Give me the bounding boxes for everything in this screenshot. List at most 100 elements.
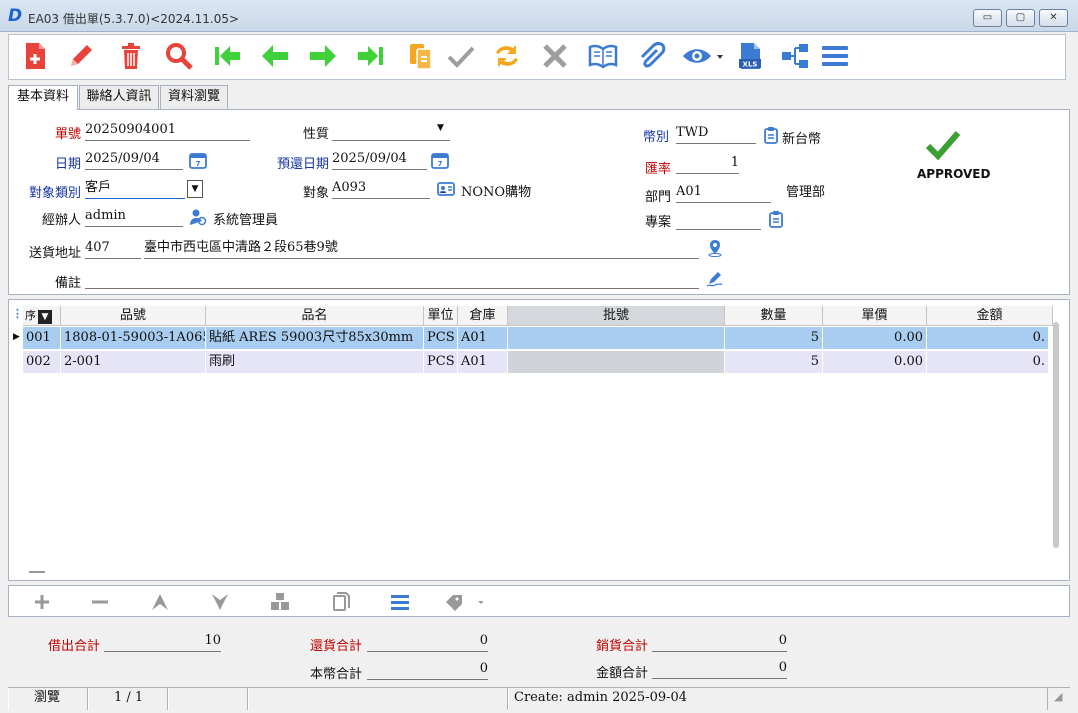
remark-label: 備註 [54,276,81,291]
cell-price[interactable]: 0.00 [823,351,927,374]
cell-qty[interactable]: 5 [725,351,823,374]
row-actions-bar [8,585,1070,617]
grid-vertical-scrollbar[interactable] [1053,322,1059,548]
menu-list-icon[interactable] [819,40,851,74]
grid-footer-handle[interactable] [29,571,45,573]
cell-amount[interactable]: 0. [927,327,1049,350]
view-eye-dropdown-icon[interactable] [681,40,727,74]
map-pin-icon[interactable] [706,239,724,257]
add-row-plus-icon[interactable] [29,590,55,614]
svg-text:7: 7 [196,160,201,168]
cell-seq[interactable]: 001 [23,327,61,350]
sales-total-value: 0 [652,632,787,652]
col-header-seq[interactable]: 序 ▼ [23,306,61,326]
cell-warehouse[interactable]: A01 [458,351,508,374]
col-header-batch[interactable]: 批號 [508,306,725,326]
restore-button[interactable]: ▢ [1006,9,1035,27]
cell-warehouse[interactable]: A01 [458,327,508,350]
cell-amount[interactable]: 0. [927,351,1049,374]
project-field[interactable] [676,210,761,230]
cell-unit[interactable]: PCS [424,351,458,374]
convert-refresh-icon[interactable] [491,40,523,74]
col-header-unit[interactable]: 單位 [424,306,458,326]
new-document-icon[interactable] [19,40,51,74]
cell-item-name[interactable]: 雨刷 [206,351,424,374]
calendar-icon[interactable]: 7 [431,151,449,169]
cell-unit[interactable]: PCS [424,327,458,350]
project-label: 專案 [644,215,671,230]
tab-contact-info[interactable]: 聯絡人資訊 [79,85,159,109]
copy-row-icon[interactable] [327,590,353,614]
doc-no-field[interactable]: 20250904001 [85,121,250,141]
col-header-qty[interactable]: 數量 [725,306,823,326]
cell-seq[interactable]: 002 [23,351,61,374]
col-header-amount[interactable]: 金額 [927,306,1053,326]
cell-item-name[interactable]: 貼紙 ARES 59003尺寸85x30mm [206,327,424,350]
row-menu-list-icon[interactable] [387,590,413,614]
previous-record-icon[interactable] [259,40,291,74]
resize-grip-icon[interactable]: ◢ [1054,690,1062,703]
flow-tree-icon[interactable] [779,40,811,74]
handler-name: 系統管理員 [213,213,279,228]
cell-price[interactable]: 0.00 [823,327,927,350]
move-up-arrow-icon[interactable] [147,590,173,614]
cell-qty[interactable]: 5 [725,327,823,350]
col-header-item-name[interactable]: 品名 [206,306,424,326]
edit-pencil-icon[interactable] [65,40,97,74]
cell-batch[interactable] [508,327,725,350]
tab-basic-info[interactable]: 基本資料 [8,85,78,110]
clipboard-lookup-icon[interactable] [762,126,780,144]
search-icon[interactable] [163,40,195,74]
col-header-warehouse[interactable]: 倉庫 [458,306,508,326]
nature-dropdown-arrow-icon[interactable]: ▼ [437,123,444,133]
rate-label: 匯率 [644,162,671,177]
minimize-button[interactable]: ▭ [973,9,1002,27]
tab-data-browse[interactable]: 資料瀏覽 [160,85,228,109]
remove-row-minus-icon[interactable] [87,590,113,614]
user-lookup-icon[interactable] [189,208,207,226]
sort-down-icon[interactable]: ▼ [38,310,52,324]
attachment-clip-icon[interactable] [635,40,667,74]
confirm-check-icon[interactable] [445,40,477,74]
dept-field[interactable]: A01 [676,183,771,203]
address-label: 送貨地址 [28,246,81,261]
nature-select[interactable] [332,121,450,141]
rate-field[interactable]: 1 [676,154,739,174]
cell-item-no[interactable]: 1808-01-59003-1A065 [61,327,206,350]
col-header-item-no[interactable]: 品號 [61,306,206,326]
calendar-icon[interactable]: 7 [189,151,207,169]
handler-field[interactable]: admin [85,207,183,227]
currency-field[interactable]: TWD [676,124,756,144]
col-header-price[interactable]: 單價 [823,306,927,326]
cell-item-no[interactable]: 2-001 [61,351,206,374]
lend-total-label: 借出合計 [47,639,100,654]
detail-grid: ⋮ 序 ▼ 品號 品名 單位 倉庫 批號 數量 單價 金額 ▶ 001 1808-… [8,299,1070,581]
address-field[interactable]: 臺中市西屯區中清路２段65巷9號 [144,239,699,259]
close-button[interactable]: ✕ [1039,9,1068,27]
date-field[interactable]: 2025/09/04 [85,150,183,170]
address-zip-field[interactable]: 407 [85,239,141,259]
first-record-icon[interactable] [211,40,243,74]
last-record-icon[interactable] [355,40,387,74]
cell-batch[interactable] [508,351,725,374]
target-type-dropdown-arrow-icon[interactable]: ▼ [187,180,203,198]
contact-card-icon[interactable] [437,180,455,198]
row-pointer-icon: ▶ [13,332,20,342]
delete-trash-icon[interactable] [115,40,147,74]
copy-document-icon[interactable] [405,40,437,74]
tag-dropdown-icon[interactable] [443,590,484,614]
move-down-arrow-icon[interactable] [207,590,233,614]
signature-pen-icon[interactable] [706,270,724,288]
export-xls-icon[interactable]: XLS [735,40,767,74]
next-record-icon[interactable] [307,40,339,74]
grid-options-icon[interactable]: ⋮ [12,307,23,320]
cancel-x-icon[interactable] [539,40,571,74]
target-field[interactable]: A093 [332,179,430,199]
target-type-select[interactable]: 客戶 [85,179,185,199]
return-date-field[interactable]: 2025/09/04 [332,150,427,170]
stack-boxes-icon[interactable] [267,590,293,614]
clipboard-lookup-icon[interactable] [767,210,785,228]
remark-field[interactable] [85,269,699,289]
date-label: 日期 [54,157,81,172]
manual-book-icon[interactable] [587,40,619,74]
